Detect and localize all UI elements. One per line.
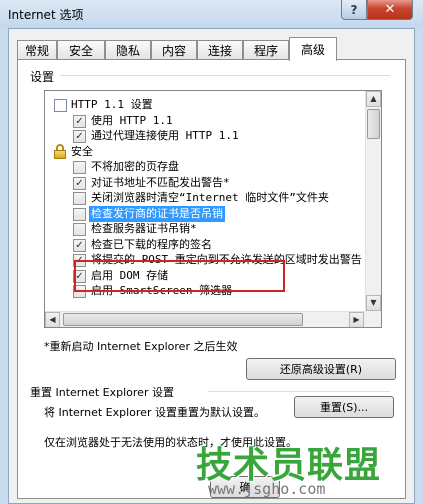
settings-option[interactable]: ✓ 检查已下载的程序的签名 (45, 237, 365, 253)
vertical-scroll-thumb[interactable] (367, 109, 380, 139)
restore-advanced-button[interactable]: 还原高级设置(R) (246, 358, 396, 380)
tab-connections[interactable]: 连接 (197, 40, 243, 60)
settings-category: HTTP 1.1 设置 (45, 97, 365, 113)
settings-option-label: 使用 HTTP 1.1 (91, 113, 173, 127)
settings-group-label: 设置 (30, 70, 55, 84)
restart-note: *重新启动 Internet Explorer 之后生效 (44, 340, 238, 353)
settings-option-label: 关闭浏览器时清空“Internet 临时文件”文件夹 (91, 191, 329, 204)
advanced-panel: 设置 HTTP 1.1 设置 ✓ 使用 HTTP 1.1 ✓ 通过代理连接使用 HTTP… (17, 59, 406, 499)
horizontal-scroll-thumb[interactable] (63, 313, 303, 326)
checkbox-checked[interactable]: ✓ (73, 176, 86, 190)
settings-option-label: 通过代理连接使用 HTTP 1.1 (91, 129, 239, 142)
checkbox-unchecked[interactable] (73, 207, 86, 221)
settings-category-label: 安全 (71, 144, 93, 158)
close-button[interactable]: ✕ (367, 0, 413, 20)
window-title: Internet 选项 (8, 8, 84, 22)
settings-option[interactable]: ✓ 使用 HTTP 1.1 (45, 113, 365, 129)
horizontal-scrollbar[interactable]: ◀ ▶ (45, 311, 365, 327)
checkbox-checked[interactable]: ✓ (73, 130, 86, 143)
tab-programs[interactable]: 程序 (243, 40, 289, 60)
checkbox-unchecked[interactable] (73, 192, 86, 205)
scroll-corner (365, 311, 381, 327)
help-icon: ? (350, 2, 358, 17)
reset-group-label: 重置 Internet Explorer 设置 (30, 386, 174, 399)
tab-advanced[interactable]: 高级 (289, 37, 337, 61)
settings-option[interactable]: 关闭浏览器时清空“Internet 临时文件”文件夹 (45, 190, 365, 206)
settings-category-label: HTTP 1.1 设置 (71, 98, 153, 111)
highlight-annotation (74, 260, 285, 292)
settings-option[interactable]: ✓ 对证书地址不匹配发出警告* (45, 175, 365, 191)
settings-group-line (60, 75, 390, 76)
settings-option[interactable]: 检查服务器证书吊销* (45, 221, 365, 237)
settings-option-label: 检查已下载的程序的签名 (91, 237, 212, 251)
watermark-url: www.jsgho.com (208, 480, 326, 498)
settings-option-label: 不将加密的页存盘 (91, 160, 179, 173)
dialog-body: 常规 安全 隐私 内容 连接 程序 高级 设置 HTTP 1.1 设置 ✓ 使用 H… (8, 28, 415, 504)
close-icon: ✕ (384, 2, 396, 17)
vertical-scrollbar[interactable]: ▲ ▼ (365, 91, 381, 327)
settings-option-label: 检查服务器证书吊销* (91, 222, 197, 235)
settings-option[interactable]: ✓ 通过代理连接使用 HTTP 1.1 (45, 128, 365, 144)
help-button[interactable]: ? (341, 0, 367, 20)
reset-description: 将 Internet Explorer 设置重置为默认设置。 (44, 406, 265, 419)
reset-group-line (208, 391, 390, 392)
tab-general[interactable]: 常规 (17, 40, 57, 60)
page-icon (54, 99, 67, 112)
checkbox-unchecked[interactable] (73, 161, 86, 174)
settings-list[interactable]: HTTP 1.1 设置 ✓ 使用 HTTP 1.1 ✓ 通过代理连接使用 HTTP 1.… (44, 90, 382, 328)
tab-content[interactable]: 内容 (151, 40, 197, 60)
site-watermark: 技术员联盟 www.jsgho.com (190, 436, 415, 504)
settings-option[interactable]: 检查发行商的证书是否吊销 (45, 205, 365, 222)
lock-icon (53, 143, 67, 160)
tab-privacy[interactable]: 隐私 (105, 40, 151, 60)
scroll-right-button[interactable]: ▶ (349, 312, 364, 327)
settings-option-label: 检查发行商的证书是否吊销 (89, 205, 225, 222)
scroll-up-button[interactable]: ▲ (366, 91, 381, 107)
scroll-left-button[interactable]: ◀ (45, 312, 60, 327)
reset-button[interactable]: 重置(S)... (294, 396, 394, 418)
checkbox-checked[interactable]: ✓ (73, 114, 86, 128)
settings-option[interactable]: 不将加密的页存盘 (45, 159, 365, 175)
scroll-down-button[interactable]: ▼ (366, 295, 381, 311)
tab-security[interactable]: 安全 (57, 40, 105, 60)
settings-option-label: 对证书地址不匹配发出警告* (91, 175, 230, 189)
settings-category: 安全 (45, 143, 365, 160)
checkbox-unchecked[interactable] (73, 223, 86, 236)
title-bar[interactable]: Internet 选项 ? ✕ (0, 0, 423, 28)
checkbox-checked[interactable]: ✓ (73, 238, 86, 252)
